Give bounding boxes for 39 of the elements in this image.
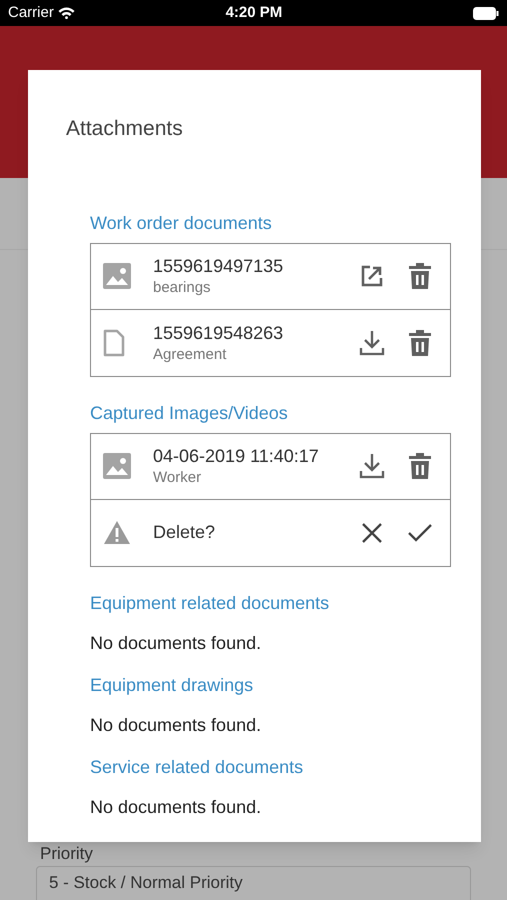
dialog-title: Attachments (66, 116, 184, 142)
section-heading: Work order documents (90, 212, 273, 234)
section-heading: Captured Images/Videos (90, 402, 289, 424)
download-button[interactable] (358, 452, 386, 480)
carrier-label: Carrier (8, 2, 54, 23)
download-icon (359, 453, 385, 479)
section-heading: Equipment related documents (90, 592, 330, 614)
external-link-icon (361, 265, 383, 287)
clock: 4:20 PM (224, 2, 284, 23)
image-icon (103, 453, 131, 479)
priority-field[interactable]: 5 - Stock / Normal Priority (36, 866, 471, 900)
section-heading: Service related documents (90, 756, 304, 778)
wifi-icon (58, 7, 75, 19)
delete-prompt: Delete? (153, 521, 216, 544)
image-icon (103, 263, 131, 289)
check-icon (407, 522, 433, 542)
attachment-name: 1559619497135 (153, 255, 284, 278)
attachment-subtitle: Worker (153, 468, 202, 488)
trash-icon (409, 330, 431, 356)
file-icon (103, 328, 125, 356)
attachment-subtitle: bearings (153, 278, 212, 298)
empty-message: No documents found. (90, 632, 262, 654)
download-button[interactable] (358, 328, 386, 356)
attachment-subtitle: Agreement (153, 344, 228, 364)
priority-label: Priority (40, 844, 94, 864)
trash-icon (409, 263, 431, 289)
close-icon (361, 522, 383, 544)
section-heading: Equipment drawings (90, 674, 254, 696)
delete-button[interactable] (406, 328, 434, 356)
download-icon (359, 330, 385, 356)
delete-button[interactable] (406, 262, 434, 290)
battery-icon (473, 6, 499, 20)
trash-icon (409, 453, 431, 479)
empty-message: No documents found. (90, 714, 262, 736)
warning-icon (103, 520, 131, 545)
attachment-name: 1559619548263 (153, 322, 284, 344)
delete-button[interactable] (406, 452, 434, 480)
empty-message: No documents found. (90, 796, 262, 818)
attachment-name: 04-06-2019 11:40:17 (153, 445, 320, 468)
